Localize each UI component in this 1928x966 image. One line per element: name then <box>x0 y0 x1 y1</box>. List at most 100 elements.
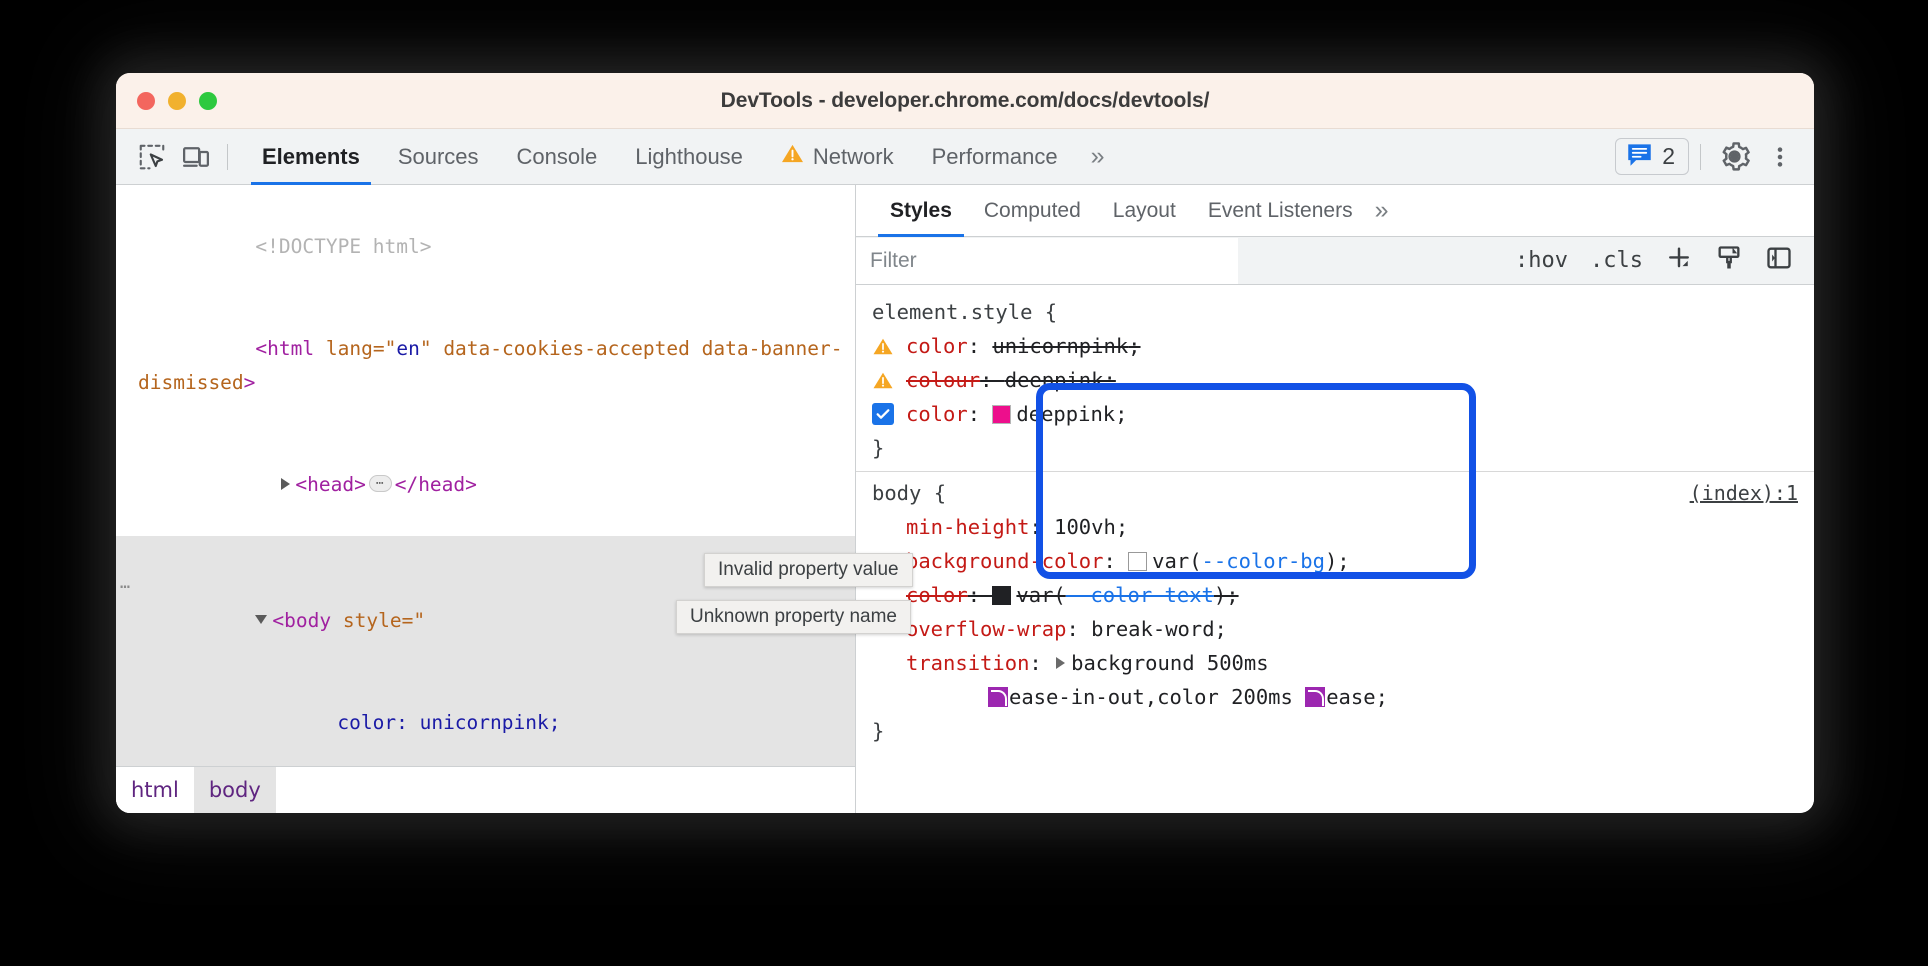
dom-line-style-1[interactable]: color: unicornpink; <box>116 672 855 766</box>
html-lang-value: en <box>396 337 419 360</box>
stylesheet-source-link[interactable]: (index):1 <box>1690 476 1798 510</box>
property-name[interactable]: color <box>906 578 968 612</box>
checkbox-checked-icon[interactable] <box>872 403 894 425</box>
declaration-color-var[interactable]: color: var(--color-text); <box>856 578 1814 612</box>
rule-body[interactable]: body { (index):1 min-height: 100vh; back… <box>856 471 1814 752</box>
tab-network[interactable]: Network <box>762 129 913 185</box>
css-rules-list[interactable]: element.style { color: unicornpink; <box>856 285 1814 813</box>
declaration-min-height[interactable]: min-height: 100vh; <box>856 510 1814 544</box>
declaration-color-unicornpink[interactable]: color: unicornpink; <box>856 329 1814 363</box>
tab-label: Elements <box>262 144 360 170</box>
panel-collapse-icon[interactable] <box>1756 244 1802 278</box>
body-tag-name: body <box>284 609 331 632</box>
hov-toggle-button[interactable]: :hov <box>1506 248 1577 273</box>
transition-part-3[interactable]: ease; <box>1326 680 1388 714</box>
tab-event-listeners[interactable]: Event Listeners <box>1192 185 1369 237</box>
more-styles-tabs-icon[interactable]: » <box>1369 196 1391 225</box>
tab-layout[interactable]: Layout <box>1097 185 1192 237</box>
declaration-background-color[interactable]: background-color: var(--color-bg); <box>856 544 1814 578</box>
property-name[interactable]: color <box>906 397 968 431</box>
breadcrumb-item-body[interactable]: body <box>194 767 276 814</box>
tab-sources[interactable]: Sources <box>379 129 498 185</box>
color-swatch[interactable] <box>992 586 1011 605</box>
property-name[interactable]: color <box>906 329 968 363</box>
expand-head-arrow-icon[interactable] <box>281 478 290 490</box>
property-name[interactable]: min-height <box>906 510 1029 544</box>
html-tag-name: html <box>267 337 314 360</box>
dom-line-head[interactable]: <head>⋯</head> <box>116 434 855 536</box>
html-open-bracket: < <box>255 337 267 360</box>
property-value[interactable]: unicornpink <box>992 329 1128 363</box>
dom-line-doctype: <!DOCTYPE html> <box>116 196 855 298</box>
declaration-color-deeppink-active[interactable]: color: deeppink; <box>856 397 1814 431</box>
easing-curve-icon[interactable] <box>988 687 1008 707</box>
declaration-transition-cont[interactable]: ease-in-out,color 200ms ease; <box>856 680 1814 714</box>
tab-lighthouse[interactable]: Lighthouse <box>616 129 762 185</box>
warning-icon[interactable] <box>872 371 906 390</box>
filter-input[interactable] <box>856 238 1238 284</box>
issues-message-icon <box>1626 142 1653 172</box>
styles-panel: Styles Computed Layout Event Listeners »… <box>856 185 1814 813</box>
paintbrush-icon[interactable] <box>1706 244 1752 278</box>
toolbar-right-actions: 2 <box>1615 135 1802 179</box>
devtools-panels: <!DOCTYPE html> <html lang="en" data-coo… <box>116 185 1814 813</box>
styles-filter-bar: :hov .cls <box>856 237 1814 285</box>
node-badge-dots-icon[interactable]: ⋯ <box>120 570 130 604</box>
gear-icon[interactable] <box>1712 135 1756 179</box>
tab-label: Network <box>813 144 894 170</box>
tab-computed[interactable]: Computed <box>968 185 1097 237</box>
collapse-body-arrow-icon[interactable] <box>255 615 267 624</box>
tab-label: Lighthouse <box>635 144 743 170</box>
transition-part-1[interactable]: background 500ms <box>1071 646 1268 680</box>
tab-performance[interactable]: Performance <box>913 129 1077 185</box>
head-tag-name: head <box>307 473 354 496</box>
easing-curve-icon[interactable] <box>1305 687 1325 707</box>
tab-label: Console <box>517 144 598 170</box>
rule-element-style[interactable]: element.style { color: unicornpink; <box>856 291 1814 469</box>
tab-label: Sources <box>398 144 479 170</box>
devtools-main-toolbar: Elements Sources Console Lighthouse <box>116 129 1814 185</box>
breadcrumb-item-html[interactable]: html <box>116 767 194 814</box>
property-value[interactable]: 100vh; <box>1054 510 1128 544</box>
dom-tree[interactable]: <!DOCTYPE html> <html lang="en" data-coo… <box>116 185 855 766</box>
dom-line-html[interactable]: <html lang="en" data-cookies-accepted da… <box>116 298 855 434</box>
device-toolbar-icon[interactable] <box>174 135 218 179</box>
more-tabs-icon[interactable]: » <box>1077 142 1115 171</box>
expand-transition-arrow-icon[interactable] <box>1056 657 1065 669</box>
css-variable-name[interactable]: --color-bg <box>1202 544 1325 578</box>
element-style-selector: element.style { <box>856 295 1814 329</box>
property-name[interactable]: overflow-wrap <box>906 612 1066 646</box>
cls-toggle-button[interactable]: .cls <box>1581 248 1652 273</box>
tab-console[interactable]: Console <box>498 129 617 185</box>
plus-icon[interactable] <box>1656 244 1702 278</box>
styles-panel-tabs: Styles Computed Layout Event Listeners » <box>856 185 1814 237</box>
window-titlebar: DevTools - developer.chrome.com/docs/dev… <box>116 73 1814 129</box>
transition-part-2[interactable]: ease-in-out,color 200ms <box>1009 680 1293 714</box>
html-attr-cookies: data-cookies-accepted <box>443 337 690 360</box>
property-value[interactable]: break-word; <box>1091 612 1227 646</box>
collapsed-children-icon[interactable]: ⋯ <box>369 475 392 492</box>
property-value[interactable]: deeppink <box>1005 363 1104 397</box>
warning-icon <box>781 143 804 170</box>
more-vertical-icon[interactable] <box>1758 135 1802 179</box>
warning-icon[interactable] <box>872 337 906 356</box>
inspect-element-icon[interactable] <box>130 135 174 179</box>
tooltip-invalid-property-value: Invalid property value <box>704 553 913 587</box>
declaration-checkbox[interactable] <box>872 403 906 425</box>
css-variable-name[interactable]: --color-text <box>1066 578 1214 612</box>
styles-toolbar-actions: :hov .cls <box>1506 244 1802 278</box>
property-name[interactable]: transition <box>906 646 1029 680</box>
color-swatch[interactable] <box>1128 552 1147 571</box>
issues-counter-button[interactable]: 2 <box>1615 138 1689 175</box>
tab-styles[interactable]: Styles <box>874 185 968 237</box>
declaration-transition[interactable]: transition: background 500ms <box>856 646 1814 680</box>
property-value[interactable]: deeppink <box>1016 397 1115 431</box>
property-name[interactable]: background-color <box>906 544 1103 578</box>
declaration-colour-deeppink[interactable]: colour: deeppink; <box>856 363 1814 397</box>
color-swatch[interactable] <box>992 405 1011 424</box>
tab-elements[interactable]: Elements <box>243 129 379 185</box>
devtools-window: DevTools - developer.chrome.com/docs/dev… <box>116 73 1814 813</box>
property-name[interactable]: colour <box>906 363 980 397</box>
doctype-text: <!DOCTYPE html> <box>255 235 431 258</box>
declaration-overflow-wrap[interactable]: overflow-wrap: break-word; <box>856 612 1814 646</box>
